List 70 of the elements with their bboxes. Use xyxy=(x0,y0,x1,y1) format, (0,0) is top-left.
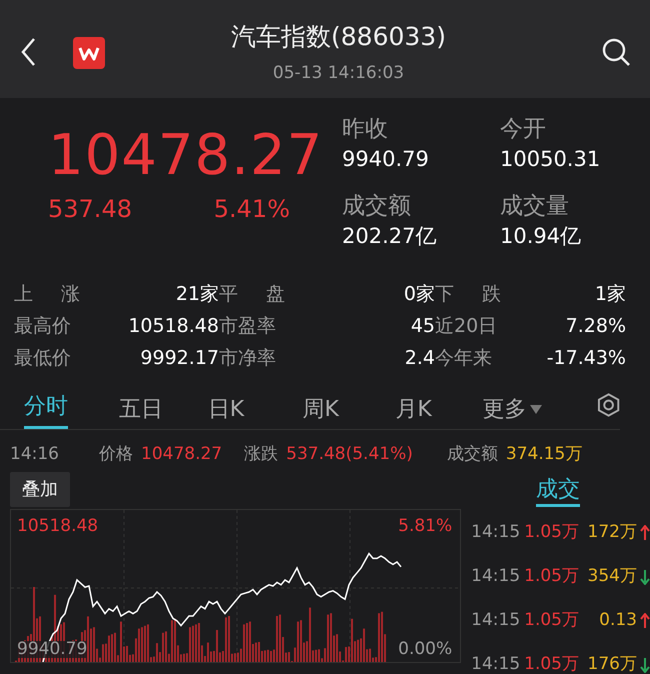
stat-value: 1家 xyxy=(594,282,626,307)
page-title: 汽车指数(886033) xyxy=(231,24,446,49)
trade-price: 1.05万 xyxy=(524,564,579,588)
stat-label: 平 盘 xyxy=(219,282,286,307)
stat-value: 10.94亿 xyxy=(500,226,582,247)
trade-volume: 354万 xyxy=(586,564,637,588)
high-label: 10518.48 xyxy=(17,518,98,534)
stat-label: 最高价 xyxy=(14,314,72,339)
trade-volume: 0.13 xyxy=(598,608,637,632)
chart-tab[interactable]: 日K xyxy=(208,396,244,429)
change-value: 537.48 xyxy=(48,197,132,222)
time-text: 14:16 xyxy=(10,443,59,466)
datetime-text: 05-13 14:16:03 xyxy=(272,65,404,82)
down-arrow-icon xyxy=(640,568,650,584)
down-arrow-icon xyxy=(640,656,650,672)
trade-time: 14:15 xyxy=(471,564,520,588)
low-percent: 0.00% xyxy=(398,640,452,658)
stat-label: 近20日 xyxy=(435,314,498,339)
stat-value: 9940.79 xyxy=(342,149,430,170)
trade-time: 14:15 xyxy=(471,652,520,674)
stat-value: 9992.17 xyxy=(139,346,219,371)
change-percent: 5.41% xyxy=(214,197,290,222)
stat-label: 今开 xyxy=(500,118,547,141)
trade-volume: 176万 xyxy=(586,652,637,674)
up-arrow-icon xyxy=(640,524,650,540)
chart-tab[interactable]: 更多 xyxy=(482,396,542,429)
caret-icon xyxy=(530,405,542,414)
amount-label: 成交额 xyxy=(446,443,498,466)
trade-price: 1.05万 xyxy=(524,608,579,632)
stat-value: 0家 xyxy=(402,282,435,307)
trade-time: 14:15 xyxy=(471,520,520,544)
stat-value: 2.4 xyxy=(404,346,435,371)
stat-label: 市盈率 xyxy=(219,314,277,339)
back-icon[interactable] xyxy=(20,37,37,67)
overlay-button[interactable]: 叠加 xyxy=(10,472,70,506)
stat-value: -17.43% xyxy=(546,346,626,371)
trade-price: 1.05万 xyxy=(524,652,579,674)
trade-volume: 172万 xyxy=(586,520,637,544)
stat-label: 成交量 xyxy=(500,195,570,218)
stat-label: 今年来 xyxy=(435,346,493,371)
change-value: 537.48(5.41%) xyxy=(286,443,413,466)
stat-label: 上 涨 xyxy=(14,282,82,307)
up-arrow-icon xyxy=(640,612,650,628)
high-percent: 5.81% xyxy=(398,518,452,534)
stat-label: 成交额 xyxy=(342,195,412,218)
price-value: 10478.27 xyxy=(141,443,222,466)
stat-label: 最低价 xyxy=(14,346,72,371)
chart-tab[interactable]: 周K xyxy=(302,396,339,429)
trades-tab[interactable]: 成交 xyxy=(536,477,580,506)
chart-tab[interactable]: 月K xyxy=(395,396,432,429)
stat-value: 202.27亿 xyxy=(342,226,438,247)
stat-label: 昨收 xyxy=(342,118,389,141)
change-label: 涨跌 xyxy=(244,443,278,466)
trade-price: 1.05万 xyxy=(524,520,579,544)
stat-value: 10050.31 xyxy=(500,149,602,170)
stat-value: 45 xyxy=(410,314,435,339)
chart-tab[interactable]: 五日 xyxy=(118,396,163,429)
logo-icon xyxy=(73,37,105,69)
current-price: 10478.27 xyxy=(48,122,324,190)
amount-value: 374.15万 xyxy=(506,443,582,466)
stat-value: 10518.48 xyxy=(127,314,219,339)
trade-time: 14:15 xyxy=(471,608,520,632)
price-label: 价格 xyxy=(99,443,133,466)
stat-value: 7.28% xyxy=(564,314,626,339)
search-icon[interactable] xyxy=(602,38,630,66)
settings-icon[interactable] xyxy=(596,393,620,417)
stat-label: 市净率 xyxy=(219,346,277,371)
chart-tab[interactable]: 分时 xyxy=(24,394,68,429)
stat-value: 21家 xyxy=(174,282,219,307)
stat-label: 下 跌 xyxy=(435,282,502,307)
